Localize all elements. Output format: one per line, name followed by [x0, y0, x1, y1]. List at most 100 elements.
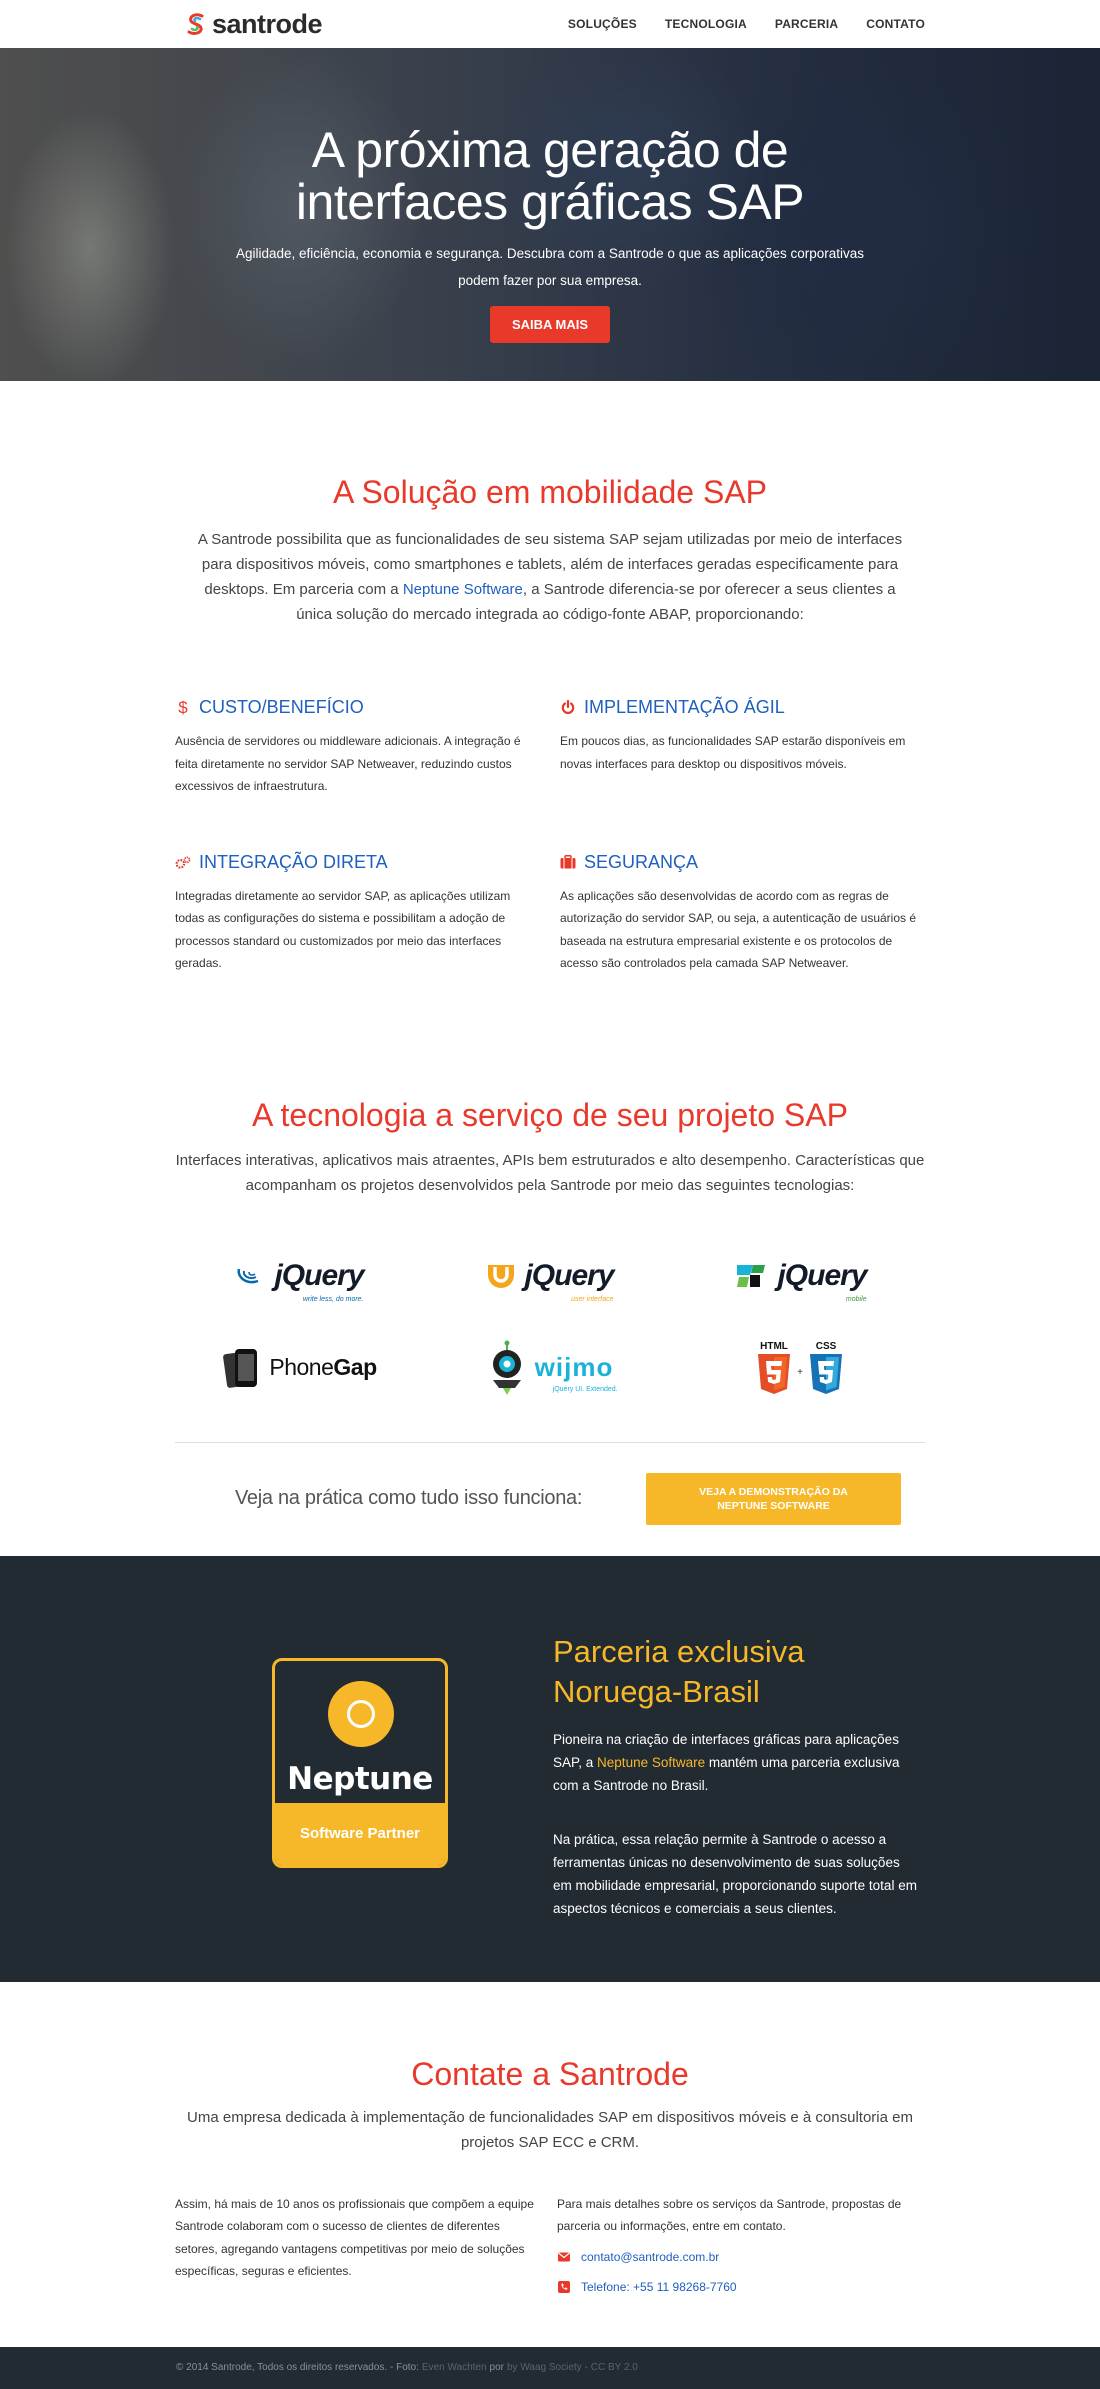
- phonegap-wordmark: PhoneGap: [269, 1354, 377, 1381]
- wijmo-wordmark: wijmo jQuery UI. Extended.: [534, 1352, 618, 1393]
- solution-intro: A Santrode possibilita que as funcionali…: [185, 527, 915, 627]
- footer-license-link[interactable]: - CC BY 2.0: [585, 2362, 638, 2373]
- plus-icon: +: [797, 1367, 803, 1378]
- contact-phone: Telefone: +55 11 98268-7760: [581, 2280, 737, 2294]
- contact-email-link[interactable]: contato@santrode.com.br: [557, 2246, 925, 2269]
- features-grid: $ CUSTO/BENEFÍCIO Ausência de servidores …: [175, 697, 925, 975]
- feature-heading: $ CUSTO/BENEFÍCIO: [175, 697, 540, 718]
- solution-section: A Solução em mobilidade SAP A Santrode p…: [0, 381, 1100, 975]
- jquery-mobile-icon: [737, 1264, 766, 1287]
- contact-title: Contate a Santrode: [411, 2055, 689, 2092]
- contact-section: Contate a Santrode Uma empresa dedicada …: [0, 1982, 1100, 2347]
- html5-label: HTML: [760, 1341, 788, 1352]
- nav-item-parceria[interactable]: PARCERIA: [775, 17, 838, 31]
- hero-title: A próxima geração de interfaces gráficas…: [0, 124, 1100, 228]
- css3-shield-icon: CSS: [809, 1341, 842, 1394]
- partner-title-line2: Noruega-Brasil: [553, 1673, 760, 1709]
- partner-paragraph-2: Na prática, essa relação permite à Santr…: [553, 1831, 917, 1916]
- power-icon: [560, 700, 576, 715]
- main-menu: SOLUÇÕES TECNOLOGIA PARCERIA CONTATO: [568, 17, 925, 31]
- neptune-demo-button[interactable]: VEJA A DEMONSTRAÇÃO DA NEPTUNE SOFTWARE: [646, 1472, 901, 1525]
- demo-text: Veja na prática como tudo isso funciona:: [235, 1487, 583, 1509]
- phonegap-text-a: Phone: [269, 1354, 334, 1380]
- jquery-ui-name: jQuery: [524, 1258, 614, 1292]
- tech-title: A tecnologia a serviço de seu projeto SA…: [252, 1096, 848, 1133]
- wijmo-name: wijmo: [534, 1352, 614, 1382]
- hero-title-line1: A próxima geração de: [311, 122, 789, 178]
- jquery-tagline: write less, do more.: [302, 1295, 364, 1303]
- css3-label: CSS: [816, 1341, 837, 1352]
- partner-paragraph-1: Pioneira na criação de interfaces gráfic…: [553, 1728, 918, 1797]
- top-nav: santrode SOLUÇÕES TECNOLOGIA PARCERIA CO…: [0, 0, 1100, 48]
- envelope-icon: [557, 2252, 571, 2262]
- saiba-mais-button[interactable]: SAIBA MAIS: [489, 306, 611, 343]
- santrode-logo-icon: [187, 13, 204, 35]
- feature-title: CUSTO/BENEFÍCIO: [199, 697, 364, 717]
- footer-photo-source-link[interactable]: by Waag Society: [507, 2362, 582, 2373]
- feature-heading: INTEGRAÇÃO DIRETA: [175, 852, 540, 873]
- demo-bar: Veja na prática como tudo isso funciona:…: [175, 1441, 925, 1538]
- html5-css3-logo: HTML + CSS: [675, 1338, 925, 1398]
- jquery-ui-logo: jQuery user interface: [425, 1246, 675, 1306]
- tech-intro: Interfaces interativas, aplicativos mais…: [175, 1151, 925, 1194]
- phonegap-text-b: Gap: [333, 1354, 377, 1380]
- contact-phone-link[interactable]: Telefone: +55 11 98268-7760: [557, 2276, 925, 2299]
- phonegap-logo: PhoneGap: [175, 1338, 425, 1398]
- dollar-icon: $: [178, 697, 188, 717]
- partner-neptune-link[interactable]: Neptune Software: [597, 1755, 705, 1770]
- footer-by: por: [489, 2362, 504, 2373]
- hero-subtitle: Agilidade, eficiência, economia e segura…: [0, 240, 1100, 294]
- partner-text: Parceria exclusiva Noruega-Brasil Pionei…: [553, 1632, 918, 1920]
- tech-logos: jQuery write less, do more. jQuery user in…: [175, 1246, 925, 1398]
- feature-text: Ausência de servidores ou middleware adi…: [175, 734, 521, 793]
- html5-css3-shields: HTML + CSS: [755, 1339, 845, 1397]
- nav-item-tecnologia[interactable]: TECNOLOGIA: [665, 17, 747, 31]
- nav-item-contato[interactable]: CONTATO: [866, 17, 925, 31]
- feature-title: INTEGRAÇÃO DIRETA: [199, 851, 388, 872]
- badge-name: Neptune: [287, 1760, 433, 1797]
- feature-title: IMPLEMENTAÇÃO ÁGIL: [584, 697, 785, 717]
- hero-subtitle-line2: podem fazer por sua empresa.: [458, 273, 642, 288]
- badge-footer: Software Partner: [275, 1802, 445, 1865]
- contact-intro: Uma empresa dedicada à implementação de …: [187, 2108, 913, 2151]
- hero-content: A próxima geração de interfaces gráficas…: [0, 48, 1100, 343]
- feature-implementacao-agil: IMPLEMENTAÇÃO ÁGIL Em poucos dias, as fu…: [560, 697, 925, 798]
- partner-title: Parceria exclusiva Noruega-Brasil: [553, 1632, 918, 1712]
- neptune-logo-icon: [328, 1680, 394, 1747]
- phonegap-phones-icon: [223, 1348, 258, 1388]
- brand-logo[interactable]: santrode: [186, 9, 323, 40]
- partner-section: Neptune Software Partner Parceria exclus…: [0, 1555, 1100, 1982]
- footer-photo-author-link[interactable]: Even Wachten: [422, 2362, 487, 2373]
- jquery-ui-icon: [488, 1264, 515, 1288]
- jquery-ui-tagline: user interface: [571, 1295, 614, 1303]
- jquery-mobile-logo: jQuery mobile: [675, 1246, 925, 1306]
- jquery-swirl-icon: [237, 1268, 259, 1283]
- wijmo-tagline: jQuery UI. Extended.: [552, 1386, 618, 1393]
- feature-title: SEGURANÇA: [584, 851, 699, 872]
- html5-shield-icon: HTML: [758, 1341, 791, 1394]
- contact-right: Para mais detalhes sobre os serviços da …: [557, 2193, 925, 2299]
- hero-banner: A próxima geração de interfaces gráficas…: [0, 48, 1100, 381]
- neptune-partner-badge: Neptune Software Partner: [272, 1657, 448, 1868]
- footer: © 2014 Santrode, Todos os direitos reser…: [0, 2346, 1100, 2389]
- feature-heading: IMPLEMENTAÇÃO ÁGIL: [560, 697, 925, 718]
- jquery-wordmark: jQuery write less, do more.: [274, 1259, 364, 1303]
- jquery-mobile-wordmark: jQuery mobile: [777, 1258, 867, 1303]
- neptune-software-link[interactable]: Neptune Software: [403, 581, 523, 598]
- contact-right-text: Para mais detalhes sobre os serviços da …: [557, 2196, 902, 2234]
- feature-custo-beneficio: $ CUSTO/BENEFÍCIO Ausência de servidores …: [175, 697, 540, 798]
- hero-subtitle-line1: Agilidade, eficiência, economia e segura…: [235, 246, 865, 261]
- nav-item-solucoes[interactable]: SOLUÇÕES: [568, 17, 637, 31]
- hero-title-line2: interfaces gráficas SAP: [295, 174, 805, 230]
- jquery-mobile-name: jQuery: [777, 1258, 867, 1292]
- wijmo-logo: wijmo jQuery UI. Extended.: [425, 1338, 675, 1398]
- jquery-mobile-tagline: mobile: [845, 1295, 867, 1303]
- briefcase-icon: [560, 855, 576, 869]
- partner-title-line1: Parceria exclusiva: [553, 1633, 805, 1669]
- contact-email: contato@santrode.com.br: [581, 2249, 720, 2264]
- feature-integracao-direta: INTEGRAÇÃO DIRETA Integradas diretamente…: [175, 852, 540, 975]
- phone-icon: [557, 2281, 571, 2294]
- solution-title: A Solução em mobilidade SAP: [332, 474, 768, 510]
- neptune-ring-inner: [347, 1699, 375, 1728]
- footer-copyright: © 2014 Santrode, Todos os direitos reser…: [176, 2362, 419, 2373]
